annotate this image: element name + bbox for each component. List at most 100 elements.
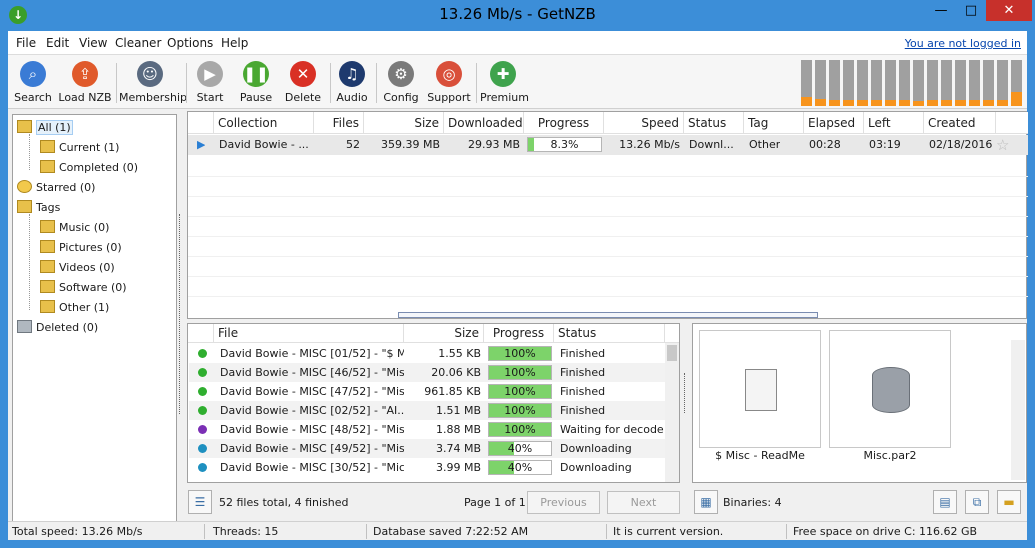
- tree-item-other[interactable]: Other (1): [40, 300, 109, 314]
- col-header-files[interactable]: Files: [314, 112, 364, 134]
- menu-view[interactable]: View: [79, 36, 107, 50]
- grid-line: [188, 236, 1028, 237]
- col-header-elapsed[interactable]: Elapsed: [804, 112, 864, 134]
- pause-icon: ❚❚: [243, 61, 269, 87]
- table-row[interactable]: David Bowie - MISC [49/52] - "Mis... 3.74…: [189, 439, 665, 458]
- folder-icon: [40, 220, 55, 233]
- load-nzb-button[interactable]: ⇪ Load NZB: [58, 59, 112, 107]
- tree-item-deleted[interactable]: Deleted (0): [17, 320, 98, 334]
- meter-fill: [871, 100, 882, 106]
- close-button[interactable]: ✕: [986, 0, 1032, 21]
- table-row[interactable]: David Bowie - MISC [01/52] - "$ M... 1.55…: [189, 344, 665, 363]
- table-row[interactable]: David Bowie - MISC [30/52] - "Mic... 3.99…: [189, 458, 665, 477]
- tree-label: Videos (0): [59, 261, 115, 274]
- trash-icon: [17, 320, 32, 333]
- col-header-created[interactable]: Created: [924, 112, 996, 134]
- table-row[interactable]: David Bowie - MISC [48/52] - "Mis... 1.88…: [189, 420, 665, 439]
- support-label: Support: [427, 91, 471, 104]
- cell-collection: David Bowie - ...: [219, 138, 309, 151]
- meter-bar: [843, 60, 854, 106]
- tree-item-all[interactable]: All (1): [17, 120, 73, 135]
- menu-cleaner[interactable]: Cleaner: [115, 36, 161, 50]
- col-header-left[interactable]: Left: [864, 112, 924, 134]
- col-header-tag[interactable]: Tag: [744, 112, 804, 134]
- maximize-button[interactable]: □: [956, 0, 986, 21]
- star-icon[interactable]: ☆: [996, 136, 1009, 154]
- table-row[interactable]: David Bowie - MISC [47/52] - "Mis... 961.…: [189, 382, 665, 401]
- next-button[interactable]: Next: [607, 491, 680, 514]
- menu-file[interactable]: File: [16, 36, 36, 50]
- toolbar-divider: [116, 63, 117, 103]
- grid-view-icon[interactable]: ▦: [694, 490, 718, 514]
- menu-bar: File Edit View Cleaner Options Help You …: [8, 31, 1027, 55]
- col-header-collection[interactable]: Collection: [214, 112, 314, 134]
- horizontal-splitter[interactable]: [398, 312, 818, 318]
- tree-item-videos[interactable]: Videos (0): [40, 260, 115, 274]
- menu-help[interactable]: Help: [221, 36, 248, 50]
- tree-item-current[interactable]: Current (1): [40, 140, 119, 154]
- cell-status: Finished: [560, 385, 606, 398]
- col-header-downloaded[interactable]: Downloaded: [444, 112, 524, 134]
- col-header-size[interactable]: Size: [364, 112, 444, 134]
- tree-item-pictures[interactable]: Pictures (0): [40, 240, 122, 254]
- lifebuoy-icon: ◎: [436, 61, 462, 87]
- status-dot-icon: [198, 444, 207, 453]
- search-button[interactable]: ⌕ Search: [12, 59, 54, 107]
- col-header-speed[interactable]: Speed: [604, 112, 684, 134]
- minimize-button[interactable]: —: [926, 0, 956, 21]
- previous-button[interactable]: Previous: [527, 491, 600, 514]
- preview-item[interactable]: [829, 330, 951, 448]
- menu-options[interactable]: Options: [167, 36, 213, 50]
- start-button[interactable]: ▶ Start: [190, 59, 230, 107]
- pause-label: Pause: [239, 91, 273, 104]
- col-header-progress[interactable]: Progress: [484, 324, 554, 343]
- col-header-size[interactable]: Size: [404, 324, 484, 343]
- col-header-progress[interactable]: Progress: [524, 112, 604, 134]
- tree-item-completed[interactable]: Completed (0): [40, 160, 138, 174]
- tree-item-music[interactable]: Music (0): [40, 220, 109, 234]
- menu-edit[interactable]: Edit: [46, 36, 69, 50]
- membership-button[interactable]: ☺ Membership: [119, 59, 187, 107]
- meter-bar: [913, 60, 924, 106]
- col-header-status[interactable]: Status: [554, 324, 665, 343]
- gear-icon: ⚙: [388, 61, 414, 87]
- table-row[interactable]: ▶ David Bowie - ... 52 359.39 MB 29.93 M…: [188, 135, 1028, 155]
- status-bar: Total speed: 13.26 Mb/s Threads: 15 Data…: [8, 521, 1027, 540]
- cell-created: 02/18/2016: [929, 138, 993, 151]
- folder-icon: [40, 160, 55, 173]
- table-row[interactable]: David Bowie - MISC [46/52] - "Mis... 20.0…: [189, 363, 665, 382]
- tree-item-software[interactable]: Software (0): [40, 280, 127, 294]
- copy-icon[interactable]: ⧉: [965, 490, 989, 514]
- open-folder-icon[interactable]: ▬: [997, 490, 1021, 514]
- cell-speed: 13.26 Mb/s: [619, 138, 680, 151]
- table-row[interactable]: David Bowie - MISC [02/52] - "AI... 1.51 …: [189, 401, 665, 420]
- delete-button[interactable]: ✕ Delete: [282, 59, 324, 107]
- progress-bar: 100%: [488, 384, 552, 399]
- status-dot-icon: [198, 463, 207, 472]
- support-button[interactable]: ◎ Support: [426, 59, 472, 107]
- vertical-scrollbar[interactable]: [1011, 340, 1025, 480]
- extract-icon[interactable]: ▤: [933, 490, 957, 514]
- audio-button[interactable]: ♫ Audio: [334, 59, 370, 107]
- preview-item[interactable]: [699, 330, 821, 448]
- config-button[interactable]: ⚙ Config: [381, 59, 421, 107]
- login-link[interactable]: You are not logged in: [905, 37, 1021, 50]
- search-label: Search: [14, 91, 52, 104]
- vertical-splitter[interactable]: [179, 214, 184, 414]
- vertical-scrollbar[interactable]: [665, 343, 679, 482]
- meter-fill: [913, 101, 924, 106]
- tree-item-starred[interactable]: Starred (0): [17, 180, 95, 194]
- col-header-status[interactable]: Status: [684, 112, 744, 134]
- scrollbar-thumb[interactable]: [667, 345, 677, 361]
- toolbar-divider: [186, 63, 187, 103]
- meter-bar: [1011, 60, 1022, 106]
- premium-button[interactable]: ✚ Premium: [480, 59, 529, 107]
- tree-item-tags[interactable]: Tags: [17, 200, 60, 214]
- col-header-file[interactable]: File: [214, 324, 404, 343]
- cell-elapsed: 00:28: [809, 138, 841, 151]
- list-view-icon[interactable]: ☰: [188, 490, 212, 514]
- cell-status: Finished: [560, 347, 606, 360]
- cell-file: David Bowie - MISC [02/52] - "AI...: [220, 404, 404, 417]
- pause-button[interactable]: ❚❚ Pause: [234, 59, 278, 107]
- vertical-splitter[interactable]: [684, 373, 689, 413]
